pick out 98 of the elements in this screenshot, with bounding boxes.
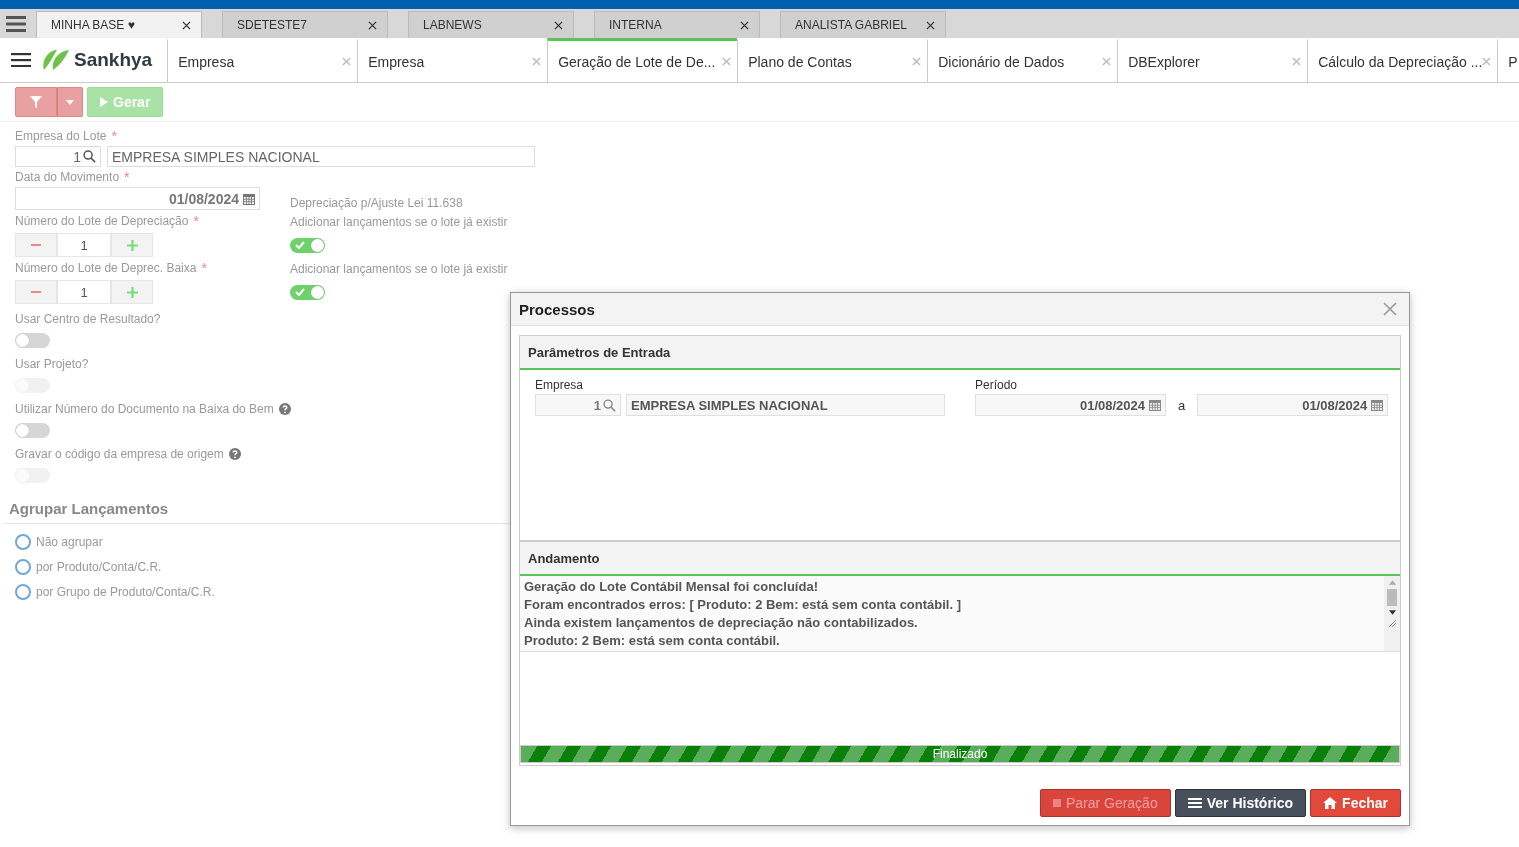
toggle-switch[interactable] [290,238,325,253]
toggle-switch[interactable] [15,423,50,438]
close-icon[interactable] [740,20,749,30]
app-tab[interactable]: Geração de Lote de De... [547,38,738,82]
field-label: Data do Movimento [15,170,120,184]
dropdown-button[interactable] [57,87,83,117]
field-label: Gravar o código da empresa de origem [15,447,224,461]
required-mark: * [193,213,199,229]
close-icon[interactable] [182,20,191,30]
increment-button[interactable] [111,233,153,257]
check-icon [295,288,305,296]
play-icon [100,97,108,107]
required-mark: * [111,128,117,144]
app-tab[interactable]: Empresa [357,38,548,82]
date-field[interactable]: 01/08/2024 [1197,394,1389,416]
radio-button[interactable] [15,558,31,575]
code-field[interactable]: 1 [15,146,101,167]
app-tab[interactable]: DBExplorer [1117,38,1308,82]
company-name-field[interactable]: EMPRESA SIMPLES NACIONAL [626,394,945,416]
calendar-icon[interactable] [1149,399,1161,411]
field-label: Empresa [535,378,585,392]
scroll-up-icon[interactable] [1388,580,1396,585]
toggle-label: Adicionar lançamentos se o lote já existir [290,262,508,276]
help-icon[interactable] [278,403,291,415]
date-field[interactable]: 01/08/2024 [15,187,260,210]
date-field[interactable]: 01/08/2024 [975,394,1166,416]
log-line: Produto: 2 Bem: está sem conta contábil. [524,632,781,650]
browser-tab[interactable]: LABNEWS [408,11,574,38]
progress-label: Finalizado [932,746,988,762]
browser-tab[interactable]: ANALISTA GABRIEL [780,11,946,38]
number-field[interactable]: 1 [57,280,111,304]
toggle-switch[interactable] [290,285,325,300]
section-title: Agrupar Lançamentos [9,500,170,517]
search-icon[interactable] [603,398,616,412]
field-label: Número do Lote de Depreciação [15,214,189,228]
log-line: Geração do Lote Contábil Mensal foi concluída! [524,578,819,596]
dialog-title: Processos [519,300,595,318]
code-field[interactable]: 1 [535,394,621,416]
calendar-icon[interactable] [243,192,255,205]
toggle-switch[interactable] [15,333,50,348]
radio-button[interactable] [15,533,31,550]
field-label: Utilizar Número do Documento na Baixa do Bem [15,402,274,416]
help-icon[interactable] [228,448,241,460]
close-button[interactable]: Fechar [1310,789,1401,817]
increment-button[interactable] [111,280,153,304]
app-tab[interactable]: Cálculo da Depreciação ... [1307,38,1498,82]
plus-icon [126,286,138,298]
company-name-field[interactable]: EMPRESA SIMPLES NACIONAL [107,146,535,167]
number-field[interactable]: 1 [57,233,111,257]
panel-title: Andamento [520,542,1400,576]
history-button[interactable]: Ver Histórico [1174,789,1307,817]
caret-icon [66,99,74,105]
log-line: Ainda existem lançamentos de depreciação não contabilizados. [524,614,919,632]
stop-icon [1052,799,1061,807]
app-tab[interactable]: P [1497,38,1519,82]
field-label: Depreciação p/Ajuste Lei 11.638 [290,195,463,210]
close-icon[interactable] [554,20,563,30]
plus-icon [126,239,138,251]
scrollbar[interactable] [1384,576,1400,651]
field-label: Período [975,378,1019,392]
field-label: Número do Lote de Deprec. Baixa [15,261,197,275]
search-icon[interactable] [83,150,96,163]
required-mark: * [201,260,207,276]
panel-title: Parâmetros de Entrada [520,336,1400,370]
minus-icon [31,244,41,246]
check-icon [295,241,305,249]
radio-button[interactable] [15,583,31,600]
list-icon [1187,798,1202,808]
logo-icon [41,48,71,72]
menu-icon[interactable] [11,53,31,67]
browser-tab[interactable]: SDETESTE7 [222,11,388,38]
app-tab[interactable]: Dicionário de Dados [927,38,1118,82]
field-label: Empresa do Lote [15,129,107,143]
scroll-thumb[interactable] [1387,589,1397,606]
close-icon[interactable] [926,20,935,30]
field-label: Usar Centro de Resultado? [15,312,161,326]
filter-button[interactable] [15,87,57,117]
option-label: por Grupo de Produto/Conta/C.R. [36,584,215,599]
range-separator: a [1178,397,1186,413]
menu-icon[interactable] [6,15,26,32]
brand-name: Sankhya [74,49,153,71]
app-tab[interactable]: Plano de Contas [737,38,928,82]
home-icon [1323,797,1338,809]
minus-icon [31,291,41,293]
filter-icon [30,96,42,108]
calendar-icon[interactable] [1371,399,1384,411]
browser-tab[interactable]: MINHA BASE ♥ [36,11,202,38]
app-tab[interactable]: Empresa [167,38,358,82]
close-icon[interactable] [368,20,377,30]
required-mark: * [124,169,130,185]
option-label: por Produto/Conta/C.R. [36,559,162,574]
scroll-down-icon[interactable] [1388,610,1396,615]
toggle-label: Adicionar lançamentos se o lote já existir [290,215,508,229]
option-label: Não agrupar [36,534,103,549]
log-line: Foram encontrados erros: [ Produto: 2 Bem: está sem conta contábil. ] [524,596,963,614]
field-label: Usar Projeto? [15,357,89,371]
resize-grip-icon[interactable] [1388,619,1396,627]
browser-tab[interactable]: INTERNA [594,11,760,38]
